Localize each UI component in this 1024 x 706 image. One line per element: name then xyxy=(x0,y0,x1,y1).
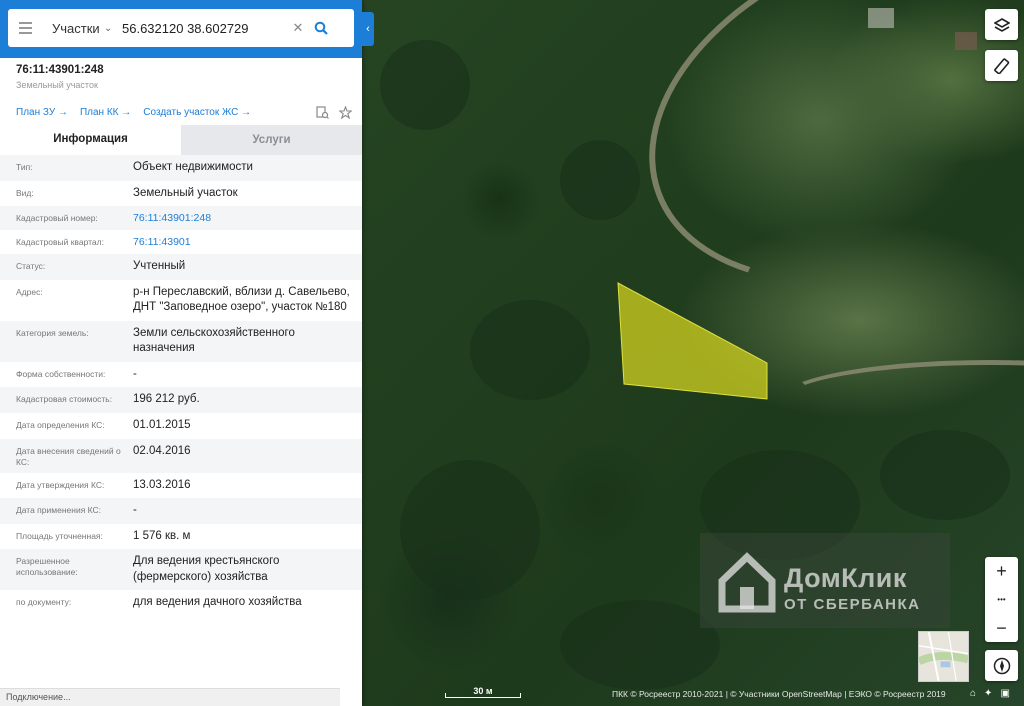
zoom-control: + ••• − xyxy=(985,557,1018,642)
info-row-key: Тип: xyxy=(16,162,33,172)
info-row-value: - xyxy=(133,367,137,380)
minimap-graphic xyxy=(919,632,968,681)
star-icon[interactable] xyxy=(339,106,352,119)
locate-icon[interactable]: ✦ xyxy=(984,688,992,699)
info-row: Тип: Объект недвижимости xyxy=(0,155,362,181)
info-row-key: Дата внесения сведений о КС: xyxy=(16,445,121,467)
info-row-key: Статус: xyxy=(16,261,46,272)
tab-services[interactable]: Услуги xyxy=(181,125,362,155)
tab-bar: Информация Услуги xyxy=(0,125,362,155)
action-links: План ЗУ → План КК → Создать участок ЖС → xyxy=(16,106,352,119)
info-table: Тип: Объект недвижимости Вид: Земельный уча… xyxy=(0,155,362,616)
info-row: Разрешенное использование: Для ведения кр… xyxy=(0,549,362,591)
ruler-icon xyxy=(993,57,1009,74)
info-row-value: 196 212 руб. xyxy=(133,393,200,406)
home-icon[interactable]: ⌂ xyxy=(970,688,976,699)
info-row: Адрес: р-н Переславский, вблизи д. Савель… xyxy=(0,279,362,321)
watermark-subtitle: ОТ СБЕРБАНКА xyxy=(784,596,921,613)
search-icon xyxy=(314,21,328,35)
info-row-value: 02.04.2016 xyxy=(133,444,191,457)
info-row-link[interactable]: 76:11:43901:248 xyxy=(133,211,362,225)
info-row-key: Адрес: xyxy=(16,286,43,297)
object-header: 76:11:43901:248 Земельный участок xyxy=(0,58,362,96)
fullscreen-icon[interactable]: ▣ xyxy=(1000,688,1009,699)
tab-info[interactable]: Информация xyxy=(0,125,181,155)
info-row: Статус: Учтенный xyxy=(0,254,362,280)
compass-icon xyxy=(993,657,1010,674)
plan-zu-link[interactable]: План ЗУ → xyxy=(16,107,68,118)
info-row: по документу: для ведения дачного хозяйст… xyxy=(0,590,362,616)
compass-button[interactable] xyxy=(985,650,1018,681)
info-row: Кадастровый номер: 76:11:43901:248 xyxy=(0,206,362,231)
domclick-watermark: ДомКлик ОТ СБЕРБАНКА xyxy=(700,533,950,628)
find-on-map-icon[interactable] xyxy=(316,106,329,119)
search-box: Участки ⌄ ✕ xyxy=(8,9,354,47)
info-row-key: по документу: xyxy=(16,597,72,608)
info-row-value: 1 576 кв. м xyxy=(133,529,191,542)
chevron-down-icon[interactable]: ⌄ xyxy=(104,23,122,34)
info-row-key: Дата утверждения КС: xyxy=(16,479,105,490)
object-title: 76:11:43901:248 xyxy=(16,64,104,76)
menu-icon[interactable] xyxy=(8,9,42,47)
domclick-logo-icon xyxy=(718,552,776,613)
info-row: Дата применения КС: - xyxy=(0,498,362,524)
map-attribution: ПКК © Росреестр 2010-2021 | © Участники … xyxy=(612,689,946,699)
search-type-select[interactable]: Участки xyxy=(42,21,104,36)
info-row: Дата утверждения КС: 13.03.2016 xyxy=(0,472,362,499)
ruler-button[interactable] xyxy=(985,50,1018,81)
info-row-value: 13.03.2016 xyxy=(133,478,191,491)
info-row-key: Дата определения КС: xyxy=(16,419,105,430)
info-row-key: Форма собственности: xyxy=(16,368,106,379)
info-row: Кадастровая стоимость: 196 212 руб. xyxy=(0,387,362,413)
info-row-link[interactable]: 76:11:43901 xyxy=(133,235,362,249)
info-row: Площадь уточненная: 1 576 кв. м xyxy=(0,523,362,550)
minimap[interactable] xyxy=(918,631,969,682)
collapse-panel-button[interactable]: ‹ xyxy=(362,12,374,46)
info-row-value: Земельный участок xyxy=(133,186,238,199)
clear-icon[interactable]: ✕ xyxy=(288,20,308,36)
info-row-value: Земли сельскохозяйственного назначения xyxy=(133,326,295,355)
info-row-key: Площадь уточненная: xyxy=(16,530,103,541)
info-row: Дата определения КС: 01.01.2015 xyxy=(0,412,362,439)
info-row: Кадастровый квартал: 76:11:43901 xyxy=(0,230,362,255)
search-bar: Участки ⌄ ✕ xyxy=(0,0,362,58)
info-row-value: Учтенный xyxy=(133,260,186,273)
info-row-key: Кадастровый квартал: xyxy=(16,237,104,248)
info-row-key: Вид: xyxy=(16,187,34,198)
info-row-key: Разрешенное использование: xyxy=(16,556,78,578)
info-row-value: Для ведения крестьянского (фермерского) … xyxy=(133,555,280,583)
plan-kk-link[interactable]: План КК → xyxy=(80,107,131,118)
info-row: Вид: Земельный участок xyxy=(0,180,362,207)
layers-button[interactable] xyxy=(985,9,1018,40)
layers-icon xyxy=(993,17,1010,32)
info-row-key: Кадастровый номер: xyxy=(16,213,98,224)
status-bar: Подключение... xyxy=(0,688,340,706)
create-zs-link[interactable]: Создать участок ЖС → xyxy=(143,107,251,118)
search-button[interactable] xyxy=(308,9,334,47)
info-panel: Участки ⌄ ✕ 76:11:43901:248 Земельный уч… xyxy=(0,0,362,706)
info-row-key: Категория земель: xyxy=(16,327,89,338)
info-row: Форма собственности: - xyxy=(0,361,362,388)
watermark-title: ДомКлик xyxy=(784,563,907,593)
info-row: Дата внесения сведений о КС: 02.04.2016 xyxy=(0,438,362,473)
zoom-out-button[interactable]: − xyxy=(985,614,1018,642)
info-row-key: Дата применения КС: xyxy=(16,505,102,516)
search-input[interactable] xyxy=(122,20,288,36)
info-row-value: Объект недвижимости xyxy=(133,161,253,173)
info-row-key: Кадастровая стоимость: xyxy=(16,394,113,405)
scale-bar-line xyxy=(445,693,521,698)
info-row: Категория земель: Земли сельскохозяйствен… xyxy=(0,320,362,362)
scale-bar: 30 м xyxy=(445,686,521,700)
info-row-value: р-н Переславский, вблизи д. Савельево, Д… xyxy=(133,285,350,314)
attribution-icons: ⌂ ✦ ▣ xyxy=(970,688,1010,699)
zoom-in-button[interactable]: + xyxy=(985,557,1018,585)
info-row-value: - xyxy=(133,504,137,517)
info-row-value: 01.01.2015 xyxy=(133,418,191,431)
object-subtitle: Земельный участок xyxy=(16,80,98,90)
zoom-more-button[interactable]: ••• xyxy=(985,585,1018,614)
info-row-value: для ведения дачного хозяйства xyxy=(133,596,302,609)
